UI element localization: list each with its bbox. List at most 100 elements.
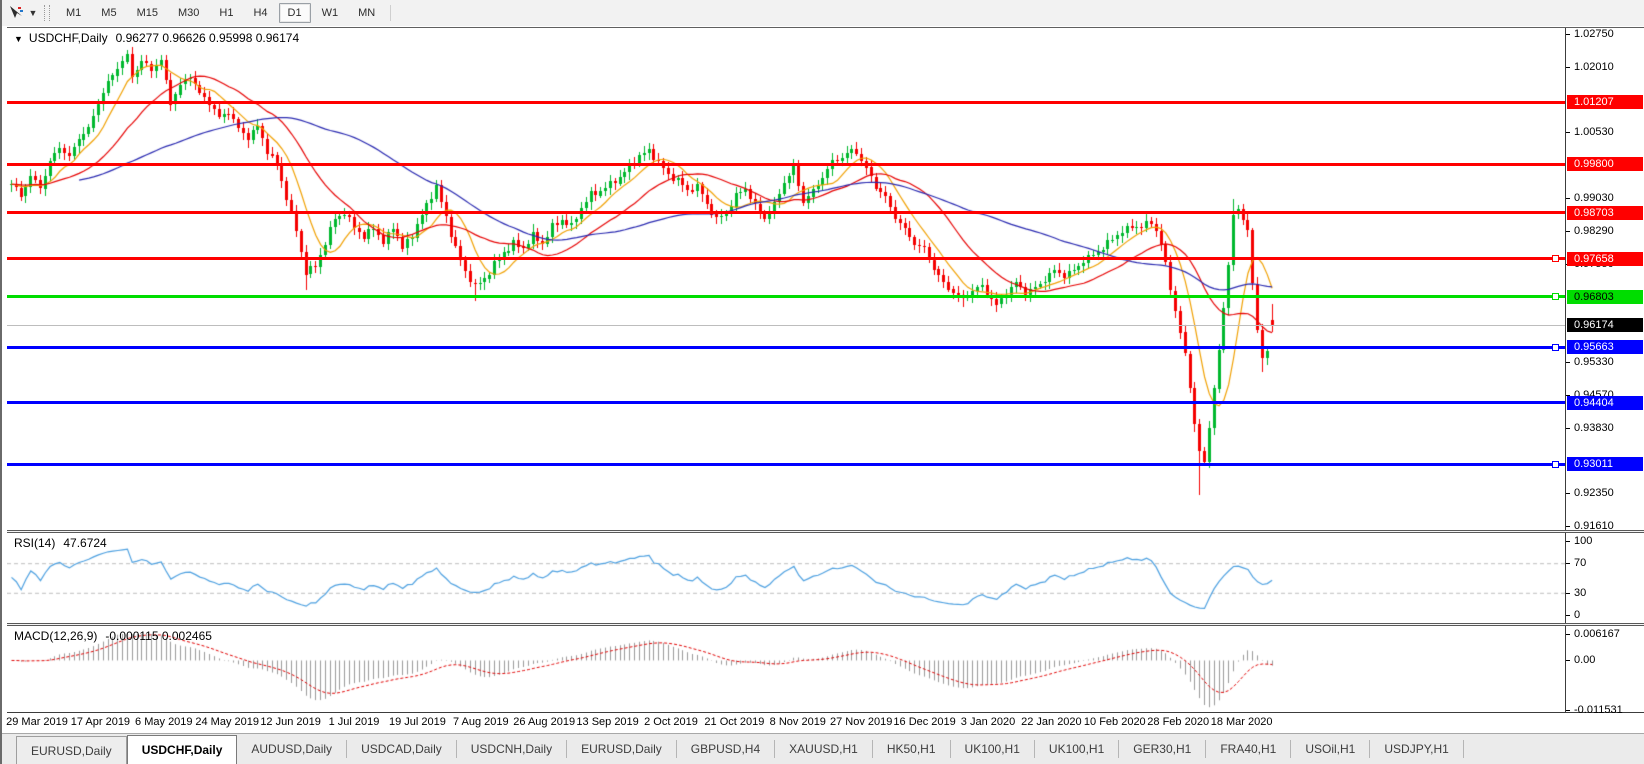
chart-title-caret[interactable]: ▼ [14, 34, 23, 44]
horizontal-line[interactable] [7, 463, 1565, 466]
price-line-badge: 1.01207 [1567, 95, 1643, 109]
date-label: 29 Mar 2019 [6, 716, 68, 728]
macd-title: MACD(12,26,9) -0.000115 0.002465 [14, 629, 212, 643]
date-label: 17 Apr 2019 [71, 716, 130, 728]
date-label: 10 Feb 2020 [1084, 716, 1146, 728]
date-label: 8 Nov 2019 [770, 716, 826, 728]
macd-plot[interactable] [7, 626, 1565, 712]
timeframe-M30[interactable]: M30 [169, 3, 208, 23]
timeframe-M5[interactable]: M5 [92, 3, 125, 23]
macd-canvas[interactable] [7, 626, 1565, 712]
date-label: 3 Jan 2020 [961, 716, 1015, 728]
chart-tab[interactable]: EURUSD,Daily [16, 736, 127, 764]
chart-tab[interactable]: GER30,H1 [1119, 740, 1206, 758]
timeframe-H4[interactable]: H4 [244, 3, 276, 23]
price-line-badge: 0.99800 [1567, 157, 1643, 171]
axis-tick-label: 1.00530 [1566, 125, 1644, 139]
timeframe-M15[interactable]: M15 [128, 3, 167, 23]
chart-tab-bar: EURUSD,DailyUSDCHF,DailyAUDUSD,DailyUSDC… [2, 733, 1644, 764]
tool-dropdown-caret[interactable]: ▼ [26, 8, 40, 18]
chart-tab[interactable]: EURUSD,Daily [567, 740, 677, 758]
horizontal-line[interactable] [7, 211, 1565, 214]
toolbar-divider [390, 5, 391, 21]
horizontal-line[interactable] [7, 101, 1565, 104]
rsi-panel: 10070300 RSI(14)47.6724 [7, 533, 1644, 623]
timeframe-M1[interactable]: M1 [57, 3, 90, 23]
line-handle[interactable] [1552, 344, 1559, 351]
rsi-canvas[interactable] [7, 533, 1565, 623]
price-line-badge: 0.97658 [1567, 252, 1643, 266]
rsi-title: RSI(14)47.6724 [14, 536, 107, 550]
date-label: 24 May 2019 [195, 716, 259, 728]
macd-panel: 0.0061670.00-0.011531 MACD(12,26,9)-0.00… [7, 626, 1644, 712]
macd-label: MACD(12,26,9) [14, 629, 97, 643]
rsi-label: RSI(14) [14, 536, 55, 550]
horizontal-line[interactable] [7, 163, 1565, 166]
horizontal-line[interactable] [7, 346, 1565, 349]
date-label: 18 Mar 2020 [1211, 716, 1273, 728]
chart-tab[interactable]: UK100,H1 [951, 740, 1035, 758]
axis-tick-label: 30 [1566, 586, 1644, 600]
price-line-badge: 0.94404 [1567, 396, 1643, 410]
date-label: 1 Jul 2019 [329, 716, 380, 728]
line-handle[interactable] [1552, 461, 1559, 468]
axis-tick-label: 100 [1566, 534, 1644, 548]
horizontal-line[interactable] [7, 401, 1565, 404]
line-handle[interactable] [1552, 293, 1559, 300]
timeframe-H1[interactable]: H1 [210, 3, 242, 23]
timeframe-buttons: M1M5M15M30H1H4D1W1MN [56, 3, 385, 23]
timeframe-MN[interactable]: MN [349, 3, 384, 23]
date-label: 16 Dec 2019 [893, 716, 955, 728]
crosshair-tool-icon[interactable] [6, 4, 26, 22]
axis-tick-label: 0.95330 [1566, 355, 1644, 369]
toolbar-grip[interactable] [44, 5, 50, 21]
mt4-terminal: ▼ M1M5M15M30H1H4D1W1MN 1.02750 1.02010 1.0… [0, 0, 1644, 764]
axis-tick-label: -0.011531 [1566, 703, 1644, 717]
timeframe-toolbar: ▼ M1M5M15M30H1H4D1W1MN [2, 0, 1644, 26]
chart-tab[interactable]: USDCAD,Daily [347, 740, 457, 758]
date-label: 6 May 2019 [135, 716, 192, 728]
axis-tick-label: 0.92350 [1566, 486, 1644, 500]
date-label: 12 Jun 2019 [260, 716, 321, 728]
chart-tab[interactable]: XAUUSD,H1 [775, 740, 873, 758]
axis-tick-label: 0.98290 [1566, 224, 1644, 238]
date-label: 7 Aug 2019 [453, 716, 509, 728]
line-handle[interactable] [1552, 255, 1559, 262]
chart-tab[interactable]: USDCHF,Daily [127, 735, 238, 764]
timeframe-W1[interactable]: W1 [313, 3, 348, 23]
current-price-line [7, 325, 1565, 326]
date-label: 22 Jan 2020 [1021, 716, 1082, 728]
chart-ohlc-values: 0.96277 0.96626 0.95998 0.96174 [116, 31, 300, 45]
price-axis[interactable]: 1.027501.020101.005300.990300.982900.975… [1565, 28, 1644, 530]
chart-tab[interactable]: AUDUSD,Daily [237, 740, 347, 758]
chart-tab[interactable]: USDJPY,H1 [1370, 740, 1463, 758]
date-label: 19 Jul 2019 [389, 716, 446, 728]
price-line-badge: 0.98703 [1567, 206, 1643, 220]
price-chart-plot[interactable] [7, 28, 1565, 530]
chart-tab[interactable]: USDCNH,Daily [457, 740, 567, 758]
price-line-badge: 0.95663 [1567, 340, 1643, 354]
date-label: 2 Oct 2019 [644, 716, 698, 728]
axis-tick-label: 0.93830 [1566, 421, 1644, 435]
axis-tick-label: 1.02010 [1566, 60, 1644, 74]
horizontal-line[interactable] [7, 257, 1565, 260]
chart-title: ▼USDCHF,Daily0.96277 0.96626 0.95998 0.9… [14, 31, 299, 45]
chart-tab[interactable]: FRA40,H1 [1206, 740, 1291, 758]
axis-tick-label: 1.02750 [1566, 27, 1644, 41]
timeframe-D1[interactable]: D1 [279, 3, 311, 23]
axis-tick-label: 0.91610 [1566, 519, 1644, 533]
chart-tab[interactable]: HK50,H1 [873, 740, 951, 758]
axis-tick-label: 0.006167 [1566, 627, 1644, 641]
rsi-axis: 10070300 [1565, 533, 1644, 623]
macd-values: -0.000115 0.002465 [105, 629, 212, 643]
horizontal-line[interactable] [7, 295, 1565, 298]
price-line-badge: 0.96803 [1567, 290, 1643, 304]
date-axis[interactable]: 29 Mar 201917 Apr 2019 6 May 201924 May 2… [7, 712, 1644, 734]
chart-tab[interactable]: UK100,H1 [1035, 740, 1119, 758]
rsi-plot[interactable] [7, 533, 1565, 623]
date-label: 26 Aug 2019 [513, 716, 575, 728]
chart-tab[interactable]: USOil,H1 [1291, 740, 1370, 758]
price-line-badge: 0.93011 [1567, 457, 1643, 471]
chart-tab[interactable]: GBPUSD,H4 [677, 740, 775, 758]
current-price-badge: 0.96174 [1567, 318, 1643, 332]
